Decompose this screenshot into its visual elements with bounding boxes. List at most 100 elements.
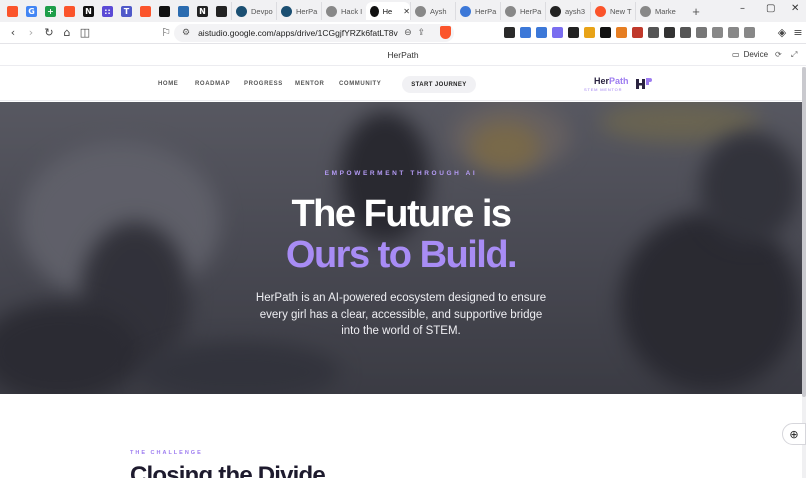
browser-tab[interactable]: Hack I (321, 2, 366, 20)
extension-icon[interactable] (600, 27, 611, 38)
dots-app-icon: :: (102, 5, 113, 17)
extension-icon[interactable] (680, 27, 691, 38)
extension-icon[interactable] (504, 27, 515, 38)
site-navbar: HOME ROADMAP PROGRESS MENTOR COMMUNITY S… (0, 67, 806, 101)
browser-tab[interactable] (136, 2, 155, 20)
extension-icon[interactable] (696, 27, 707, 38)
nav-home[interactable]: HOME (158, 81, 178, 87)
nav-community[interactable]: COMMUNITY (339, 81, 381, 87)
globe-icon (326, 5, 337, 17)
new-tab-icon[interactable]: + (688, 4, 704, 19)
home-icon[interactable]: ⌂ (59, 25, 75, 41)
forward-icon[interactable]: › (23, 25, 39, 41)
browser-tab[interactable]: New T (590, 2, 635, 20)
extension-icon[interactable] (584, 27, 595, 38)
tab-title: HerPa (520, 6, 542, 16)
tab-title: Aysh (430, 6, 447, 16)
browser-tab[interactable]: HerPa (455, 2, 500, 20)
devpost-icon (236, 5, 247, 17)
nav-mentor[interactable]: MENTOR (295, 81, 325, 87)
tab-title: Devpo (251, 6, 273, 16)
scrollbar-thumb[interactable] (802, 67, 806, 397)
sidebar-toggle-icon[interactable]: ◫ (77, 25, 93, 41)
share-icon[interactable]: ⇪ (418, 28, 426, 38)
url-text[interactable]: aistudio.google.com/apps/drive/1CGgjfYRZ… (198, 28, 398, 38)
zoom-search-icon[interactable]: ⊕ (782, 423, 806, 445)
browser-tab[interactable]: + (41, 2, 60, 20)
logo-subtitle: STEM MENTOR (584, 87, 623, 92)
browser-tab[interactable] (3, 2, 22, 20)
browser-tab[interactable]: Marke (635, 2, 680, 20)
extension-icon[interactable] (568, 27, 579, 38)
globe-icon (640, 5, 651, 17)
menu-icon[interactable]: ≡ (790, 25, 806, 41)
browser-tab[interactable] (155, 2, 174, 20)
black-app-icon (159, 5, 170, 17)
address-bar[interactable]: ⚙ aistudio.google.com/apps/drive/1CGgjfY… (174, 24, 454, 42)
browser-tab-strip: G + N:: T N Devpo HerPa Hack I He ✕ Aysh HerPa HerPa… (0, 0, 806, 22)
brave-icon (140, 5, 151, 17)
tab-title: He (382, 6, 393, 16)
tab-title: HerPa (296, 6, 318, 16)
start-journey-button[interactable]: START JOURNEY (402, 76, 476, 93)
fullscreen-icon[interactable]: ⤢ (791, 50, 797, 60)
browser-tab[interactable] (212, 2, 231, 20)
page-scrollbar[interactable] (802, 67, 806, 478)
extension-icon[interactable] (552, 27, 563, 38)
logo-mark-icon (636, 78, 652, 89)
brave-icon (595, 5, 606, 17)
extension-icon[interactable] (648, 27, 659, 38)
browser-tab[interactable] (60, 2, 79, 20)
bookmark-icon[interactable]: ⚐ (158, 25, 174, 41)
extension-icon[interactable] (712, 27, 723, 38)
browser-tab[interactable]: T (117, 2, 136, 20)
device-label: Device (743, 50, 769, 59)
browser-tab[interactable]: HerPa (500, 2, 545, 20)
notion-icon: N (197, 5, 208, 17)
maximize-icon[interactable]: ▢ (766, 3, 775, 14)
hero-headline-line2: Ours to Build. (285, 234, 518, 276)
device-icon: ▭ (732, 50, 740, 59)
teams-icon: T (121, 5, 132, 17)
globe-icon (281, 5, 292, 17)
browser-tab[interactable] (174, 2, 193, 20)
zoom-icon[interactable]: ⊖ (404, 28, 412, 38)
browser-tab[interactable]: G (22, 2, 41, 20)
challenge-heading: Closing the Divide (130, 462, 326, 478)
browser-tab-active[interactable]: He ✕ (366, 2, 410, 20)
github-icon (216, 5, 227, 17)
close-window-icon[interactable]: ✕ (791, 3, 799, 14)
tab-title: aysh3 (565, 6, 586, 16)
app-title: HerPath (387, 50, 419, 60)
browser-tab[interactable]: N (193, 2, 212, 20)
hero-description: HerPath is an AI-powered ecosystem desig… (255, 292, 547, 337)
extension-icon[interactable] (744, 27, 755, 38)
reload-icon[interactable]: ↻ (41, 25, 57, 41)
back-icon[interactable]: ‹ (5, 25, 21, 41)
extension-icon[interactable] (616, 27, 627, 38)
wallet-icon[interactable]: ◈ (774, 25, 790, 41)
hero-headline-line1: The Future is (291, 193, 512, 235)
browser-tab[interactable]: Devpo (231, 2, 276, 20)
site-settings-icon[interactable]: ⚙ (182, 28, 190, 38)
tab-title: HerPa (475, 6, 497, 16)
extension-icon[interactable] (632, 27, 643, 38)
nav-progress[interactable]: PROGRESS (244, 81, 283, 87)
device-toggle-button[interactable]: ▭ Device (732, 50, 768, 59)
browser-tab[interactable]: :: (98, 2, 117, 20)
browser-tab[interactable]: N (79, 2, 98, 20)
hero-section: EMPOWERMENT THROUGH AI The Future is Our… (0, 102, 802, 394)
close-tab-icon[interactable]: ✕ (403, 7, 410, 16)
browser-tab[interactable]: Aysh (410, 2, 455, 20)
refresh-preview-icon[interactable]: ⟳ (775, 50, 782, 59)
extension-icon[interactable] (664, 27, 675, 38)
n-app-icon: N (83, 5, 94, 17)
brave-shield-icon[interactable] (440, 26, 451, 39)
extension-icon[interactable] (728, 27, 739, 38)
extension-icon[interactable] (520, 27, 531, 38)
browser-tab[interactable]: aysh3 (545, 2, 590, 20)
nav-roadmap[interactable]: ROADMAP (195, 81, 230, 87)
minimize-icon[interactable]: – (740, 3, 745, 14)
browser-tab[interactable]: HerPa (276, 2, 321, 20)
extension-icon[interactable] (536, 27, 547, 38)
